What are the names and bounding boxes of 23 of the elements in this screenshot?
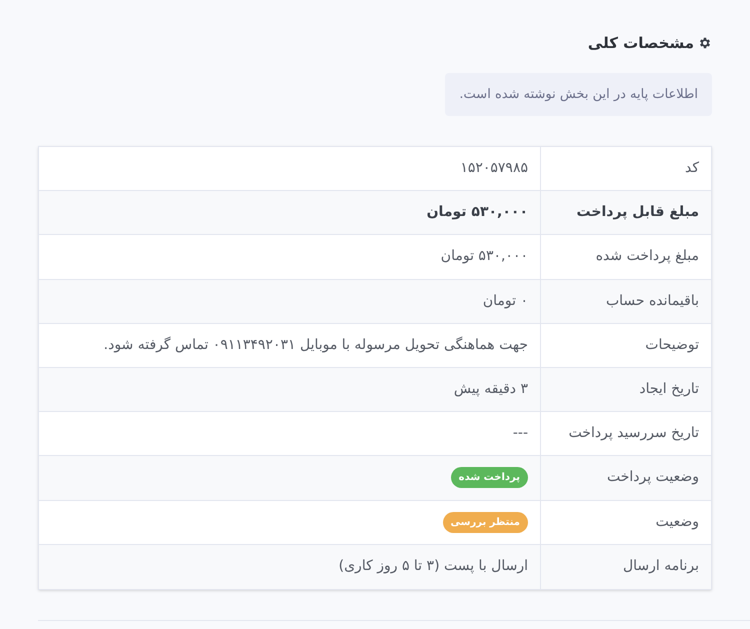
section-title: مشخصات کلی (588, 33, 694, 54)
field-value: ۵۳۰,۰۰۰ تومان (440, 247, 528, 266)
status-badge: پرداخت شده (450, 467, 528, 488)
field-label: وضعیت (656, 512, 699, 532)
field-value: ارسال با پست (۳ تا ۵ روز کاری) (338, 557, 528, 576)
field-label: توضیحات (645, 336, 699, 355)
field-label: تاریخ ایجاد (639, 380, 699, 400)
field-value: --- (512, 424, 528, 444)
field-value: ۰ تومان (482, 292, 528, 311)
field-label: مبلغ قابل پرداخت (576, 203, 699, 222)
field-label: برنامه ارسال (622, 557, 699, 576)
field-value: ۱۵۲۰۵۷۹۸۵ (460, 159, 528, 178)
field-value: جهت هماهنگی تحویل مرسوله با موبایل ۰۹۱۱۳۴۹۲۰۳۱ تماس گرفته شود. (104, 336, 528, 355)
status-badge: منتظر بررسی (442, 512, 528, 533)
field-label: تاریخ سررسید پرداخت (568, 424, 699, 444)
field-label: باقیمانده حساب (606, 292, 699, 311)
settings-icon (698, 36, 712, 50)
field-label: وضعیت پرداخت (607, 468, 699, 488)
field-value: ۵۳۰,۰۰۰ تومان (426, 203, 528, 222)
field-label: کد (684, 159, 699, 178)
field-label: مبلغ پرداخت شده (596, 247, 699, 266)
info-note: اطلاعات پایه در این بخش نوشته شده است. (445, 72, 712, 116)
field-value: ۳ دقیقه پیش (454, 380, 528, 400)
